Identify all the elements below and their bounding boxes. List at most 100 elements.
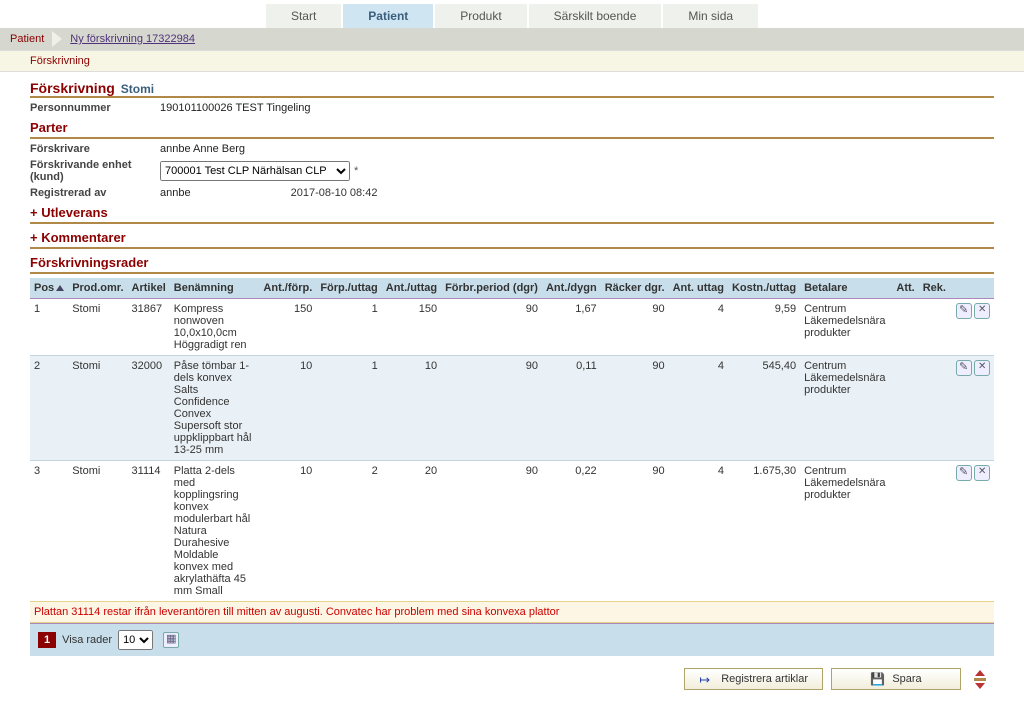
bar-icon [974, 678, 986, 681]
cell: 90 [601, 461, 669, 602]
top-nav: Start Patient Produkt Särskilt boende Mi… [0, 0, 1024, 28]
table-header: Pos Prod.omr. Artikel Benämning Ant./för… [30, 278, 994, 299]
tab-min-sida[interactable]: Min sida [663, 4, 758, 28]
col-rek[interactable]: Rek. [919, 278, 950, 299]
edit-icon[interactable] [956, 360, 972, 376]
col-lasts[interactable]: Räcker dgr. [601, 278, 669, 299]
register-articles-label: Registrera artiklar [721, 673, 808, 685]
table-row[interactable]: 1Stomi31867Kompress nonwoven 10,0x10,0cm… [30, 299, 994, 356]
registered-label: Registrerad av [30, 187, 160, 199]
prescriber-label: Förskrivare [30, 143, 160, 155]
cell: 90 [601, 356, 669, 461]
cell: 150 [259, 299, 316, 356]
person-row: Personnummer 190101100026 TEST Tingeling [30, 102, 994, 114]
cell: 10 [259, 461, 316, 602]
col-cost[interactable]: Kostn./uttag [728, 278, 800, 299]
page-title-row: Förskrivning Stomi [30, 80, 994, 98]
page-title: Förskrivning [30, 80, 115, 96]
cell: Stomi [68, 461, 127, 602]
breadcrumb-current[interactable]: Ny förskrivning 17322984 [70, 33, 195, 45]
cell: 9,59 [728, 299, 800, 356]
section-utleverans[interactable]: + Utleverans [30, 205, 994, 224]
cell: 1 [30, 299, 68, 356]
cell: 32000 [128, 356, 170, 461]
reorder-icon[interactable] [975, 670, 986, 689]
col-payer[interactable]: Betalare [800, 278, 892, 299]
col-withdrawals[interactable]: Ant. uttag [669, 278, 728, 299]
cell: 90 [601, 299, 669, 356]
page-subtitle: Stomi [121, 82, 154, 96]
cell [919, 461, 950, 602]
col-pos[interactable]: Pos [30, 278, 68, 299]
save-label: Spara [892, 673, 921, 685]
table-body: 1 Stomi 31867Kompress nonwoven 10,0x10,0cm… [30, 299, 994, 602]
register-articles-button[interactable]: Registrera artiklar [684, 668, 823, 690]
cell: 1 [316, 356, 381, 461]
cell [892, 356, 918, 461]
warning-row: Plattan 31114 restar ifrån leverantören … [30, 602, 994, 623]
col-prodarea[interactable]: Prod.omr. [68, 278, 127, 299]
col-packper[interactable]: Förp./uttag [316, 278, 381, 299]
col-att[interactable]: Att. [892, 278, 918, 299]
row-actions [950, 356, 994, 461]
delete-icon[interactable] [974, 360, 990, 376]
table-row[interactable]: 2Stomi32000Påse tömbar 1-dels konvex Sal… [30, 356, 994, 461]
export-table-icon[interactable] [163, 632, 179, 648]
cell: 3 [30, 461, 68, 602]
table-row[interactable]: 3Stomi31114Platta 2-dels med kopplingsri… [30, 461, 994, 602]
cell [892, 299, 918, 356]
cell: 1,67 [542, 299, 601, 356]
tab-sarskilt-boende[interactable]: Särskilt boende [529, 4, 662, 28]
col-name[interactable]: Benämning [170, 278, 260, 299]
col-perday[interactable]: Ant./dygn [542, 278, 601, 299]
cell [919, 299, 950, 356]
breadcrumb: Patient Ny förskrivning 17322984 [0, 28, 1024, 50]
person-value: 190101100026 TEST Tingeling [160, 102, 310, 114]
cell: Centrum Läkemedelsnära produkter [800, 461, 892, 602]
prescribing-unit-select[interactable]: 700001 Test CLP Närhälsan CLP [160, 161, 350, 181]
action-button-row: Registrera artiklar Spara [30, 656, 994, 694]
cell: Platta 2-dels med kopplingsring konvex m… [170, 461, 260, 602]
show-rows-select[interactable]: 10 [118, 630, 153, 650]
section-rows-title: Förskrivningsrader [30, 255, 994, 274]
col-period[interactable]: Förbr.period (dgr) [441, 278, 542, 299]
prescribing-unit-label: Förskrivande enhet (kund) [30, 159, 160, 183]
cell: 0,11 [542, 356, 601, 461]
cell: 90 [441, 461, 542, 602]
edit-icon[interactable] [956, 465, 972, 481]
cell [919, 356, 950, 461]
cell: 1.675,30 [728, 461, 800, 602]
cell: Kompress nonwoven 10,0x10,0cm Höggradigt… [170, 299, 260, 356]
edit-icon[interactable] [956, 303, 972, 319]
cell: 20 [382, 461, 441, 602]
page-number[interactable]: 1 [38, 632, 56, 648]
cell: 31867 [128, 299, 170, 356]
section-kommentarer[interactable]: + Kommentarer [30, 230, 994, 249]
chevron-right-icon [52, 31, 62, 47]
subtab-bar: Förskrivning [0, 50, 1024, 72]
table-footer-bar: 1 Visa rader 10 [30, 623, 994, 656]
col-perpack[interactable]: Ant./förp. [259, 278, 316, 299]
registered-datetime: 2017-08-10 08:42 [291, 187, 378, 199]
row-actions [950, 299, 994, 356]
tab-produkt[interactable]: Produkt [435, 4, 526, 28]
cell: 1 [316, 299, 381, 356]
cell: 10 [382, 356, 441, 461]
col-perwithdrawal[interactable]: Ant./uttag [382, 278, 441, 299]
breadcrumb-root[interactable]: Patient [10, 33, 44, 45]
tab-patient[interactable]: Patient [343, 4, 433, 28]
cell: 4 [669, 461, 728, 602]
cell: 4 [669, 299, 728, 356]
tab-start[interactable]: Start [266, 4, 341, 28]
col-actions [950, 278, 994, 299]
section-parter: Parter [30, 120, 994, 139]
delete-icon[interactable] [974, 303, 990, 319]
delete-icon[interactable] [974, 465, 990, 481]
subtab-prescription[interactable]: Förskrivning [30, 55, 90, 67]
col-article[interactable]: Artikel [128, 278, 170, 299]
save-button[interactable]: Spara [831, 668, 961, 690]
registered-by-value: annbe [160, 187, 191, 199]
triangle-up-icon [975, 670, 985, 676]
cell: 4 [669, 356, 728, 461]
person-label: Personnummer [30, 102, 160, 114]
